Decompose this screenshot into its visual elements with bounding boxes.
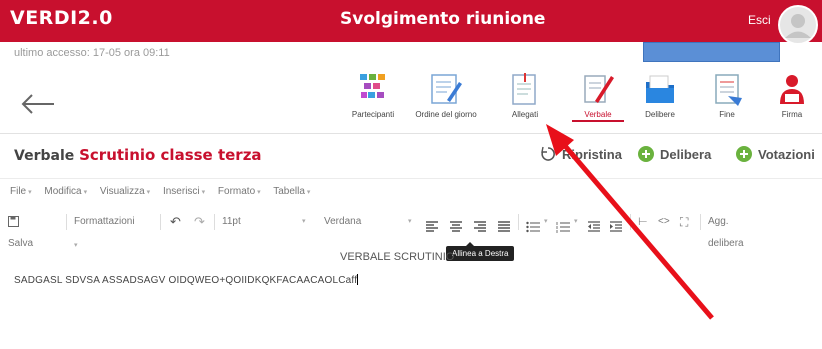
indent-icon[interactable] <box>610 216 622 238</box>
top-bar: VERDI2.0 Svolgimento riunione Esci <box>0 0 822 42</box>
numbered-list-icon[interactable] <box>556 216 570 238</box>
tab-fine[interactable]: Fine <box>704 72 750 128</box>
menu-file[interactable]: File <box>10 186 32 197</box>
add-resolution-button[interactable]: Agg. delibera <box>708 211 744 249</box>
menu-inserisci[interactable]: Inserisci <box>163 186 205 197</box>
document-text-content: SADGASL SDVSA ASSADSAGV OIDQWEO+QOIIDKQK… <box>14 275 358 286</box>
align-right-icon[interactable] <box>474 216 486 238</box>
toolbar-divider <box>630 214 631 230</box>
tab-label: Allegati <box>511 110 539 119</box>
tab-delibere[interactable]: Delibere <box>636 72 684 128</box>
font-family-select[interactable]: Verdana ▾ <box>324 211 414 233</box>
back-arrow-icon[interactable] <box>20 92 56 116</box>
avatar[interactable] <box>778 5 818 61</box>
undo-icon[interactable]: ↶ <box>170 211 181 233</box>
ripristina-button[interactable]: Ripristina <box>540 146 622 162</box>
end-document-icon <box>715 74 742 106</box>
verbale-prefix: Verbale <box>14 148 75 164</box>
delibera-button[interactable]: Delibera <box>638 146 711 162</box>
menu-tabella[interactable]: Tabella <box>273 186 310 197</box>
editor-menubar: File Modifica Visualizza Inserisci Forma… <box>10 186 320 197</box>
exit-link[interactable]: Esci <box>748 13 771 27</box>
divider <box>0 178 822 179</box>
justify-icon[interactable] <box>498 216 510 238</box>
verbale-title: Verbale Scrutinio classe terza <box>14 146 262 164</box>
menu-modifica[interactable]: Modifica <box>44 186 87 197</box>
tab-label: Verbale <box>572 110 624 122</box>
outdent-icon[interactable] <box>588 216 600 238</box>
tab-verbale[interactable]: Verbale <box>572 72 624 128</box>
tab-label: Firma <box>781 110 803 119</box>
font-size-select[interactable]: 11pt ▾ <box>222 211 308 233</box>
save-label: Salva <box>8 238 34 249</box>
tab-partecipanti[interactable]: Partecipanti <box>346 72 400 128</box>
toolbar-divider <box>214 214 215 230</box>
votazioni-button[interactable]: Votazioni <box>736 146 815 162</box>
formats-dropdown[interactable]: Formattazioni <box>74 211 135 233</box>
tab-label: Fine <box>719 110 735 119</box>
user-name-bar <box>643 42 780 62</box>
chevron-down-icon[interactable]: ▾ <box>574 211 578 233</box>
add-icon <box>638 146 654 162</box>
document-heading[interactable]: VERBALE SCRUTINIO <box>340 251 454 263</box>
divider <box>0 133 822 134</box>
redo-icon[interactable]: ↷ <box>194 211 205 233</box>
tab-allegati[interactable]: Allegati <box>502 72 548 128</box>
align-center-icon[interactable] <box>450 216 462 238</box>
attachments-icon <box>512 73 536 105</box>
chevron-down-icon: ▾ <box>302 218 306 225</box>
app-logo[interactable]: VERDI2.0 <box>10 7 113 29</box>
minutes-pen-icon <box>584 75 614 103</box>
save-button[interactable]: Salva <box>8 211 33 249</box>
tab-label: Partecipanti <box>351 110 395 119</box>
resolutions-folder-icon <box>646 75 674 103</box>
chevron-down-icon: ▾ <box>408 218 412 225</box>
source-code-icon[interactable]: <> <box>658 211 670 233</box>
toolbar-divider <box>518 214 519 230</box>
ripristina-label: Ripristina <box>562 147 622 162</box>
font-size-value: 11pt <box>222 216 241 227</box>
tab-label: Delibere <box>645 110 675 119</box>
votazioni-label: Votazioni <box>758 147 815 162</box>
add-icon <box>736 146 752 162</box>
horizontal-rule-icon[interactable]: ⊢ <box>638 211 648 233</box>
chevron-down-icon[interactable]: ▾ <box>544 211 548 233</box>
agenda-icon <box>431 74 462 104</box>
delibera-label: Delibera <box>660 147 712 162</box>
text-caret <box>357 274 359 285</box>
menu-formato[interactable]: Formato <box>218 186 261 197</box>
last-access-text: ultimo accesso: 17-05 ora 09:11 <box>14 47 170 59</box>
toolbar-divider <box>160 214 161 230</box>
tab-firma[interactable]: Firma <box>770 72 814 128</box>
tab-ordine-del-giorno[interactable]: Ordine del giorno <box>410 72 482 128</box>
verbale-name: Scrutinio classe terza <box>79 146 262 164</box>
font-family-value: Verdana <box>324 216 362 227</box>
fullscreen-icon[interactable]: ⛶ <box>680 211 688 233</box>
document-text[interactable]: SADGASL SDVSA ASSADSAGV OIDQWEO+QOIIDKQK… <box>14 274 359 286</box>
align-left-icon[interactable] <box>426 216 438 238</box>
bullet-list-icon[interactable] <box>526 216 540 238</box>
save-icon <box>8 215 19 227</box>
signature-person-icon <box>780 75 804 104</box>
participants-icon <box>360 74 385 98</box>
tab-label: Ordine del giorno <box>415 110 477 119</box>
toolbar-divider <box>66 214 67 230</box>
restore-icon <box>541 146 555 161</box>
toolbar-divider <box>700 214 701 230</box>
tooltip: Allinea a Destra <box>446 242 515 261</box>
menu-visualizza[interactable]: Visualizza <box>100 186 150 197</box>
page-title: Svolgimento riunione <box>340 9 546 29</box>
